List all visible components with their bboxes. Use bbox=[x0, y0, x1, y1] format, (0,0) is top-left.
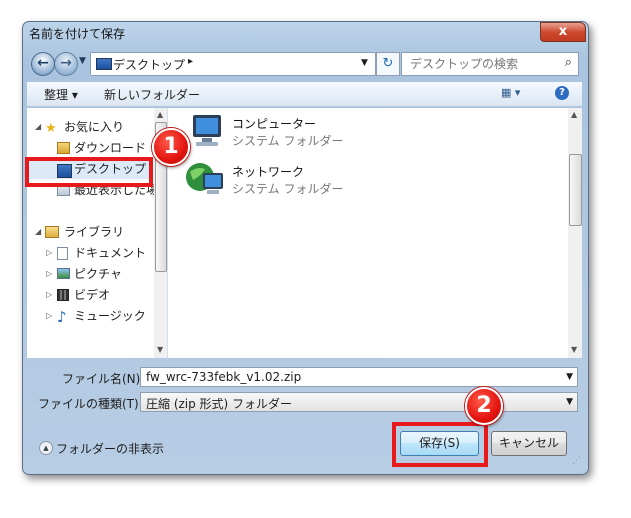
command-toolbar: 整理 ▾ 新しいフォルダー ▦ ▾ ? bbox=[27, 82, 582, 107]
navigation-pane: ◢ ★ お気に入り ダウンロード デスクトップ 最近表示した場所 ◢ ライブラリ… bbox=[27, 108, 168, 358]
recent-pages-dropdown-icon[interactable]: ▼ bbox=[79, 56, 86, 66]
step-badge-2: 2 bbox=[465, 387, 503, 425]
expand-arrow-icon[interactable]: ▷ bbox=[46, 285, 52, 305]
file-type: システム フォルダー bbox=[232, 182, 344, 196]
pictures-icon bbox=[57, 268, 70, 279]
scroll-down-icon[interactable]: ▼ bbox=[571, 345, 577, 354]
breadcrumb-arrow-icon[interactable]: ▸ bbox=[188, 56, 193, 67]
scroll-down-icon[interactable]: ▼ bbox=[157, 345, 163, 354]
refresh-button[interactable]: ↻ bbox=[376, 52, 400, 76]
filename-label: ファイル名(N): bbox=[62, 372, 145, 386]
address-dropdown-icon[interactable]: ▼ bbox=[361, 58, 368, 68]
step-badge-1: 1 bbox=[152, 128, 190, 166]
nav-label: ドキュメント bbox=[74, 246, 147, 260]
filetype-select[interactable]: 圧縮 (zip 形式) フォルダー ▼ bbox=[140, 392, 578, 412]
help-icon[interactable]: ? bbox=[555, 86, 569, 100]
nav-label: ライブラリ bbox=[64, 225, 125, 239]
scroll-up-icon[interactable]: ▲ bbox=[571, 110, 577, 119]
nav-label: ピクチャ bbox=[74, 267, 122, 281]
nav-label: お気に入り bbox=[64, 120, 125, 134]
list-item[interactable]: コンピューター システム フォルダー bbox=[168, 112, 558, 152]
nav-pictures[interactable]: ▷ ピクチャ bbox=[27, 264, 153, 284]
nav-favorites[interactable]: ◢ ★ お気に入り bbox=[27, 117, 153, 137]
back-button[interactable]: ← bbox=[31, 52, 55, 76]
documents-icon bbox=[57, 247, 68, 260]
file-list-scrollbar[interactable]: ▲ ▼ bbox=[568, 108, 582, 358]
expand-arrow-icon[interactable]: ▷ bbox=[46, 264, 52, 284]
search-input[interactable] bbox=[408, 56, 552, 72]
new-folder-button[interactable]: 新しいフォルダー bbox=[104, 86, 200, 103]
cancel-button[interactable]: キャンセル bbox=[491, 431, 567, 456]
hide-folders-label[interactable]: フォルダーの非表示 bbox=[56, 440, 164, 457]
dialog-title: 名前を付けて保存 bbox=[29, 27, 126, 41]
address-bar[interactable]: デスクトップ ▸ ▼ bbox=[90, 52, 376, 76]
videos-icon bbox=[57, 289, 69, 301]
collapse-arrow-icon[interactable]: ◢ bbox=[35, 117, 41, 137]
address-text[interactable]: デスクトップ bbox=[113, 56, 185, 73]
computer-icon bbox=[193, 115, 221, 146]
file-list: コンピューター システム フォルダー ネットワーク システム フォルダー ▲ ▼ bbox=[168, 108, 582, 358]
scroll-up-icon[interactable]: ▲ bbox=[157, 110, 163, 119]
expand-arrow-icon[interactable]: ▷ bbox=[46, 243, 52, 263]
download-folder-icon bbox=[57, 142, 70, 154]
close-button[interactable]: x bbox=[540, 22, 586, 42]
collapse-arrow-icon[interactable]: ◢ bbox=[35, 222, 41, 242]
network-icon bbox=[186, 163, 223, 194]
file-name: ネットワーク bbox=[232, 165, 305, 179]
nav-music[interactable]: ▷ ♪ ミュージック bbox=[27, 306, 153, 326]
nav-downloads[interactable]: ダウンロード bbox=[27, 138, 153, 158]
expand-arrow-icon[interactable]: ▷ bbox=[46, 306, 52, 326]
nav-documents[interactable]: ▷ ドキュメント bbox=[27, 243, 153, 263]
filetype-dropdown-icon[interactable]: ▼ bbox=[566, 397, 573, 407]
filename-value[interactable]: fw_wrc-733febk_v1.02.zip bbox=[146, 370, 301, 384]
nav-label: ダウンロード bbox=[74, 141, 147, 155]
filetype-value[interactable]: 圧縮 (zip 形式) フォルダー bbox=[146, 395, 292, 412]
filename-dropdown-icon[interactable]: ▼ bbox=[566, 372, 573, 382]
filename-field[interactable]: fw_wrc-733febk_v1.02.zip ▼ bbox=[140, 367, 578, 387]
search-icon[interactable]: ⌕ bbox=[565, 55, 572, 70]
filetype-label: ファイルの種類(T): bbox=[38, 397, 143, 411]
scroll-thumb[interactable] bbox=[569, 154, 582, 226]
nav-label: ミュージック bbox=[74, 309, 146, 323]
nav-videos[interactable]: ▷ ビデオ bbox=[27, 285, 153, 305]
nav-libraries[interactable]: ◢ ライブラリ bbox=[27, 222, 153, 242]
library-icon bbox=[45, 226, 59, 238]
forward-button[interactable]: → bbox=[54, 52, 78, 76]
file-name: コンピューター bbox=[232, 117, 317, 131]
change-view-button[interactable]: ▦ ▾ bbox=[501, 86, 520, 99]
highlight-box-save bbox=[392, 422, 488, 467]
collapse-chevron-icon[interactable]: ▲ bbox=[39, 441, 53, 455]
file-type: システム フォルダー bbox=[232, 134, 344, 148]
highlight-box-desktop bbox=[25, 157, 153, 187]
resize-grip-icon[interactable]: ⋰ bbox=[572, 456, 581, 466]
organize-menu-button[interactable]: 整理 ▾ bbox=[44, 86, 78, 103]
list-item[interactable]: ネットワーク システム フォルダー bbox=[168, 160, 558, 200]
nav-label: ビデオ bbox=[74, 288, 111, 302]
browser-panes: ◢ ★ お気に入り ダウンロード デスクトップ 最近表示した場所 ◢ ライブラリ… bbox=[27, 108, 582, 358]
star-icon: ★ bbox=[45, 121, 57, 136]
search-box[interactable]: ⌕ bbox=[401, 52, 579, 76]
desktop-icon bbox=[96, 58, 112, 70]
music-icon: ♪ bbox=[57, 308, 67, 326]
